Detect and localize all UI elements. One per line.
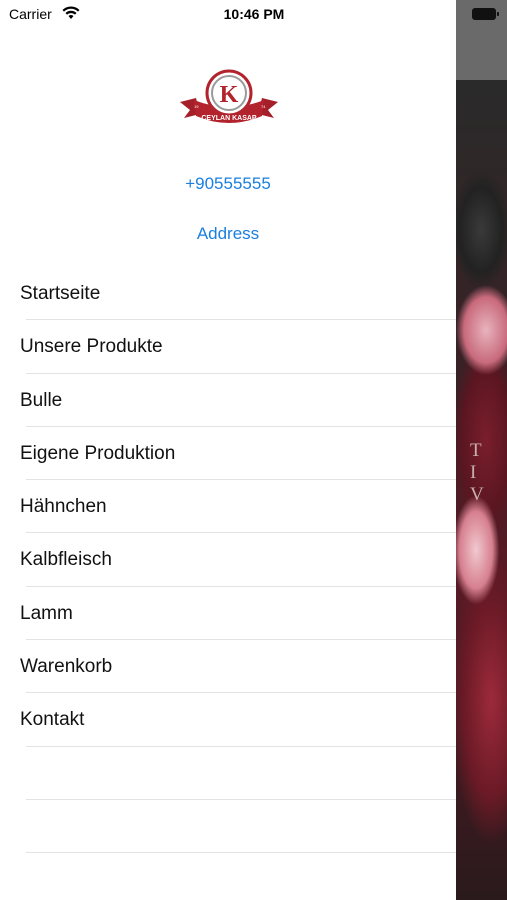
menu-item-label: Warenkorb <box>20 656 113 678</box>
menu-item-label: Lamm <box>20 602 73 624</box>
status-bar: Carrier 10:46 PM <box>0 0 456 30</box>
menu-item-haehnchen[interactable]: Hähnchen <box>0 480 456 534</box>
menu-item-label: Unsere Produkte <box>20 336 163 358</box>
menu-item-kontakt[interactable]: Kontakt <box>0 693 456 747</box>
svg-text:ÇEYLAN KASAP: ÇEYLAN KASAP <box>201 115 257 122</box>
menu-item-warenkorb[interactable]: Warenkorb <box>0 640 456 694</box>
svg-text:74: 74 <box>261 104 266 109</box>
menu-item-kalbfleisch[interactable]: Kalbfleisch <box>0 533 456 588</box>
menu-item-label: Hähnchen <box>20 496 107 518</box>
side-drawer: Carrier 10:46 PM K ÇEYLAN KASAP 19 74 +9… <box>0 0 456 900</box>
background-overlay-text: T I V <box>470 440 492 505</box>
menu-item-empty <box>0 747 456 801</box>
menu-item-label: Kontakt <box>20 709 85 731</box>
menu-item-empty <box>0 800 456 854</box>
menu-item-label: Startseite <box>20 283 101 304</box>
battery-icon <box>472 8 499 20</box>
menu-item-bulle[interactable]: Bulle <box>0 374 456 428</box>
menu-item-startseite[interactable]: Startseite <box>0 267 456 321</box>
address-link[interactable]: Address <box>0 224 456 244</box>
ceylan-kasap-logo: K ÇEYLAN KASAP 19 74 <box>180 69 278 123</box>
menu-item-label: Bulle <box>20 389 63 411</box>
menu-item-label: Eigene Produktion <box>20 442 176 464</box>
menu-item-unsere-produkte[interactable]: Unsere Produkte <box>0 320 456 374</box>
menu-item-eigene-produktion[interactable]: Eigene Produktion <box>0 427 456 481</box>
drawer-menu: Startseite Unsere Produkte Bulle Eigene … <box>0 267 456 854</box>
svg-text:19: 19 <box>194 104 199 109</box>
svg-text:K: K <box>220 82 239 108</box>
background-app-view[interactable]: T I V <box>456 0 507 900</box>
status-time: 10:46 PM <box>223 6 285 22</box>
menu-item-lamm[interactable]: Lamm <box>0 587 456 641</box>
menu-item-label: Kalbfleisch <box>20 549 112 571</box>
phone-link[interactable]: +90555555 <box>0 174 456 194</box>
